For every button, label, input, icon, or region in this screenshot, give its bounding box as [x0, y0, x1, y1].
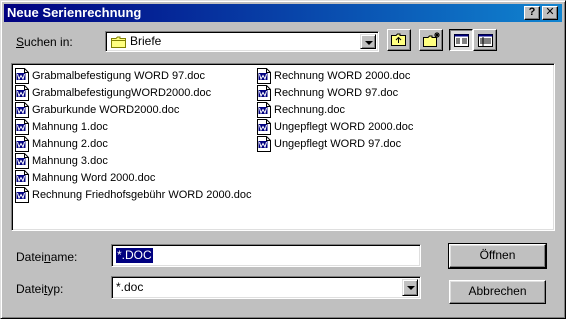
file-item[interactable]: Mahnung Word 2000.doc [15, 169, 252, 186]
word-document-icon [257, 118, 271, 135]
file-item[interactable]: Mahnung 2.doc [15, 135, 252, 152]
file-item[interactable]: Rechnung WORD 2000.doc [257, 67, 413, 84]
folder-icon [111, 36, 127, 48]
up-folder-button[interactable] [387, 29, 411, 51]
word-document-icon [15, 186, 29, 203]
file-item[interactable]: Graburkunde WORD2000.doc [15, 101, 252, 118]
word-document-icon [15, 67, 29, 84]
word-document-icon [15, 152, 29, 169]
look-in-value: Briefe [130, 34, 162, 48]
filetype-value: *.doc [116, 280, 144, 294]
filename-label: Dateiname: [16, 250, 78, 264]
word-document-icon [257, 84, 271, 101]
filetype-dropdown[interactable]: *.doc [111, 276, 421, 299]
folder-up-icon [391, 33, 407, 50]
file-name: Ungepflegt WORD 2000.doc [274, 120, 414, 133]
file-column-2: Rechnung WORD 2000.doc Rechnung WORD 97.d… [257, 67, 413, 152]
title-bar[interactable]: Neue Serienrechnung ? ✕ [4, 4, 562, 22]
file-name: Rechnung.doc [274, 103, 345, 116]
file-item[interactable]: GrabmalbefestigungWORD2000.doc [15, 84, 252, 101]
new-folder-button[interactable] [419, 29, 443, 51]
file-item[interactable]: Grabmalbefestigung WORD 97.doc [15, 67, 252, 84]
file-name: Graburkunde WORD2000.doc [32, 103, 180, 116]
file-item[interactable]: Rechnung WORD 97.doc [257, 84, 413, 101]
file-name: Rechnung Friedhofsgebühr WORD 2000.doc [32, 188, 252, 201]
cancel-button[interactable]: Abbrechen [449, 280, 546, 304]
look-in-dropdown-button[interactable] [360, 34, 376, 49]
file-name: Mahnung 3.doc [32, 154, 108, 167]
open-button[interactable]: Öffnen [448, 243, 547, 269]
close-button[interactable]: ✕ [542, 6, 558, 20]
file-item[interactable]: Mahnung 1.doc [15, 118, 252, 135]
word-document-icon [257, 67, 271, 84]
filetype-dropdown-button[interactable] [402, 279, 418, 296]
file-name: GrabmalbefestigungWORD2000.doc [32, 86, 212, 99]
file-item[interactable]: Rechnung.doc [257, 101, 413, 118]
word-document-icon [15, 101, 29, 118]
open-dialog: Neue Serienrechnung ? ✕ Suchen in: Brief… [0, 0, 566, 319]
word-document-icon [15, 169, 29, 186]
file-name: Mahnung 1.doc [32, 120, 108, 133]
file-column-1: Grabmalbefestigung WORD 97.doc Grabmalbef… [15, 67, 252, 203]
file-item[interactable]: Ungepflegt WORD 97.doc [257, 135, 413, 152]
filename-input[interactable]: *.DOC [111, 244, 421, 267]
file-name: Ungepflegt WORD 97.doc [274, 137, 402, 150]
word-document-icon [257, 135, 271, 152]
new-folder-icon [423, 32, 441, 51]
filetype-label: Dateityp: [16, 282, 64, 296]
file-list[interactable]: Grabmalbefestigung WORD 97.doc Grabmalbef… [11, 63, 555, 231]
word-document-icon [257, 101, 271, 118]
file-name: Rechnung WORD 97.doc [274, 86, 399, 99]
filename-value: *.DOC [116, 248, 153, 263]
file-name: Grabmalbefestigung WORD 97.doc [32, 69, 206, 82]
file-item[interactable]: Mahnung 3.doc [15, 152, 252, 169]
window-title: Neue Serienrechnung [7, 5, 142, 20]
list-view-button[interactable] [449, 29, 473, 51]
look-in-label: Suchen in: [16, 35, 73, 49]
file-item[interactable]: Rechnung Friedhofsgebühr WORD 2000.doc [15, 186, 252, 203]
details-view-icon [478, 34, 493, 50]
word-document-icon [15, 118, 29, 135]
file-item[interactable]: Ungepflegt WORD 2000.doc [257, 118, 413, 135]
details-view-button[interactable] [473, 29, 497, 51]
help-button[interactable]: ? [524, 6, 540, 20]
file-name: Mahnung Word 2000.doc [32, 171, 156, 184]
file-name: Rechnung WORD 2000.doc [274, 69, 411, 82]
word-document-icon [15, 135, 29, 152]
word-document-icon [15, 84, 29, 101]
list-view-icon [454, 34, 469, 50]
file-name: Mahnung 2.doc [32, 137, 108, 150]
look-in-dropdown[interactable]: Briefe [105, 31, 379, 52]
